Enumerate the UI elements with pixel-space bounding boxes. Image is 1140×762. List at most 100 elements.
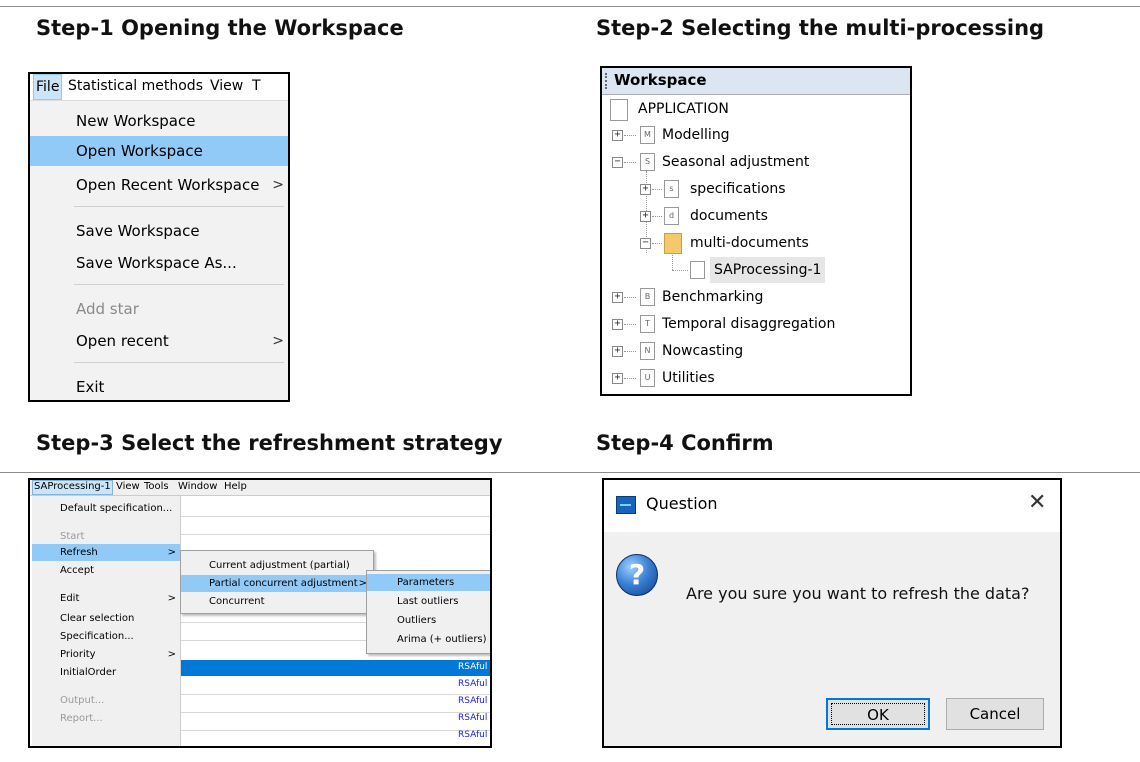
menu-separator: [74, 206, 284, 207]
expand-icon[interactable]: +: [640, 211, 651, 222]
menu-item-refresh[interactable]: Refresh >: [32, 544, 180, 561]
tree-connector: [624, 351, 636, 352]
saprocessing-menu-screenshot: SAProcessing-1 View Tools Window Help RS…: [28, 478, 492, 748]
submenu-item-arima-outliers[interactable]: Arima (+ outliers): [367, 631, 490, 648]
tree-node-nowcasting[interactable]: Nowcasting: [662, 338, 743, 364]
table-row-line: [180, 534, 490, 535]
close-icon[interactable]: ✕: [1028, 490, 1046, 515]
top-divider: [0, 6, 1140, 7]
table-cell[interactable]: RSAful: [458, 679, 487, 689]
table-cell[interactable]: RSAful: [458, 730, 487, 740]
selected-table-row[interactable]: [180, 660, 490, 676]
submenu-item-last-outliers[interactable]: Last outliers: [367, 593, 490, 610]
step-3-title: Step-3 Select the refreshment strategy: [36, 431, 503, 455]
menu-item-accept[interactable]: Accept: [32, 562, 180, 579]
tree-connector: [624, 297, 636, 298]
partial-concurrent-submenu: Parameters Last outliers Outliers Arima …: [366, 570, 490, 654]
chevron-right-icon: >: [167, 547, 176, 558]
submenu-item-parameters[interactable]: Parameters: [367, 574, 490, 591]
expand-icon[interactable]: +: [640, 184, 651, 195]
menu-item-report: Report...: [60, 713, 103, 724]
tree-node-temporal-disaggregation[interactable]: Temporal disaggregation: [662, 311, 835, 337]
menu-item-open-recent[interactable]: Open recent >: [30, 326, 288, 356]
tree-connector: [624, 135, 636, 136]
menu-help[interactable]: Help: [224, 481, 247, 492]
table-row-line: [180, 712, 490, 713]
chevron-right-icon: >: [272, 333, 284, 349]
table-row-line: [180, 694, 490, 695]
menu-item-priority[interactable]: Priority >: [32, 646, 180, 663]
menu-item-new-workspace[interactable]: New Workspace: [30, 106, 288, 136]
tree-node-benchmarking[interactable]: Benchmarking: [662, 284, 763, 310]
expand-icon[interactable]: +: [612, 319, 623, 330]
tree-node-saprocessing-1[interactable]: SAProcessing-1: [710, 257, 826, 283]
menu-separator: [74, 362, 284, 363]
nowcasting-icon: N: [640, 342, 655, 360]
temporal-disaggregation-icon: T: [640, 315, 655, 333]
question-icon: ?: [616, 554, 658, 596]
tree-node-specifications[interactable]: specifications: [690, 176, 786, 202]
menu-tools[interactable]: Tools: [144, 481, 169, 492]
cancel-button[interactable]: Cancel: [946, 698, 1044, 730]
tree-node-utilities[interactable]: Utilities: [662, 365, 715, 391]
table-cell[interactable]: RSAful: [458, 662, 487, 672]
drag-grip-icon[interactable]: [605, 73, 609, 89]
menu-bar: File Statistical methods View T: [30, 74, 288, 101]
menu-file[interactable]: File: [33, 74, 63, 100]
menu-item-open-workspace[interactable]: Open Workspace: [30, 136, 288, 166]
document-icon: [610, 99, 628, 121]
utilities-icon: U: [640, 369, 655, 387]
ok-button[interactable]: OK: [826, 698, 930, 730]
tree-connector: [672, 253, 673, 270]
tree-connector: [624, 324, 636, 325]
menu-item-open-recent-workspace[interactable]: Open Recent Workspace >: [30, 170, 288, 200]
modelling-icon: M: [640, 126, 655, 144]
menu-window[interactable]: Window: [178, 481, 217, 492]
workspace-tree-screenshot: Workspace APPLICATION + M Modelling − S …: [600, 66, 912, 396]
submenu-item-outliers[interactable]: Outliers: [367, 612, 490, 629]
table-row-line: [180, 730, 490, 731]
collapse-icon[interactable]: −: [612, 157, 623, 168]
saprocessing-dropdown: Default specification... Start Refresh > …: [32, 496, 181, 746]
menu-item-specification[interactable]: Specification...: [32, 628, 180, 645]
submenu-item-partial-concurrent[interactable]: Partial concurrent adjustment >: [181, 575, 373, 592]
submenu-item-current-adjustment[interactable]: Current adjustment (partial): [181, 557, 373, 574]
menu-statistical-methods[interactable]: Statistical methods: [68, 78, 203, 94]
expand-icon[interactable]: +: [612, 346, 623, 357]
step-2-title: Step-2 Selecting the multi-processing: [596, 16, 1045, 40]
menu-item-clear-selection[interactable]: Clear selection: [32, 610, 180, 627]
menu-item-start: Start: [60, 531, 85, 542]
table-cell[interactable]: RSAful: [458, 713, 487, 723]
expand-icon[interactable]: +: [612, 373, 623, 384]
menu-item-exit[interactable]: Exit: [30, 372, 288, 400]
middle-divider: [0, 472, 1140, 473]
tree-node-modelling[interactable]: Modelling: [662, 122, 730, 148]
chevron-right-icon: >: [272, 177, 284, 193]
menu-item-initialorder[interactable]: InitialOrder: [32, 664, 180, 681]
tree-connector: [624, 162, 636, 163]
step-4-title: Step-4 Confirm: [596, 431, 774, 455]
menu-saprocessing-1[interactable]: SAProcessing-1: [32, 480, 113, 495]
tree-root-application[interactable]: APPLICATION: [638, 96, 729, 122]
menu-view[interactable]: View: [116, 481, 140, 492]
tree-node-documents[interactable]: documents: [690, 203, 768, 229]
table-cell[interactable]: RSAful: [458, 696, 487, 706]
collapse-icon[interactable]: −: [640, 238, 651, 249]
question-dialog: Question ✕ ? Are you sure you want to re…: [602, 478, 1062, 748]
tree-node-seasonal-adjustment[interactable]: Seasonal adjustment: [662, 149, 809, 175]
documents-icon: d: [664, 207, 679, 225]
menu-item-save-workspace-as[interactable]: Save Workspace As...: [30, 248, 288, 278]
menu-item-save-workspace[interactable]: Save Workspace: [30, 216, 288, 246]
submenu-item-concurrent[interactable]: Concurrent: [181, 593, 373, 610]
menu-item-default-specification[interactable]: Default specification...: [32, 500, 180, 517]
tree-connector: [652, 189, 662, 190]
expand-icon[interactable]: +: [612, 292, 623, 303]
tree-connector: [624, 378, 636, 379]
tree-node-multi-documents[interactable]: multi-documents: [690, 230, 809, 256]
expand-icon[interactable]: +: [612, 130, 623, 141]
menu-item-output: Output...: [60, 695, 105, 706]
menu-view[interactable]: View: [210, 78, 243, 94]
file-menu-screenshot: File Statistical methods View T New Work…: [28, 72, 290, 402]
menu-item-edit[interactable]: Edit >: [32, 590, 180, 607]
menu-t[interactable]: T: [252, 78, 261, 94]
